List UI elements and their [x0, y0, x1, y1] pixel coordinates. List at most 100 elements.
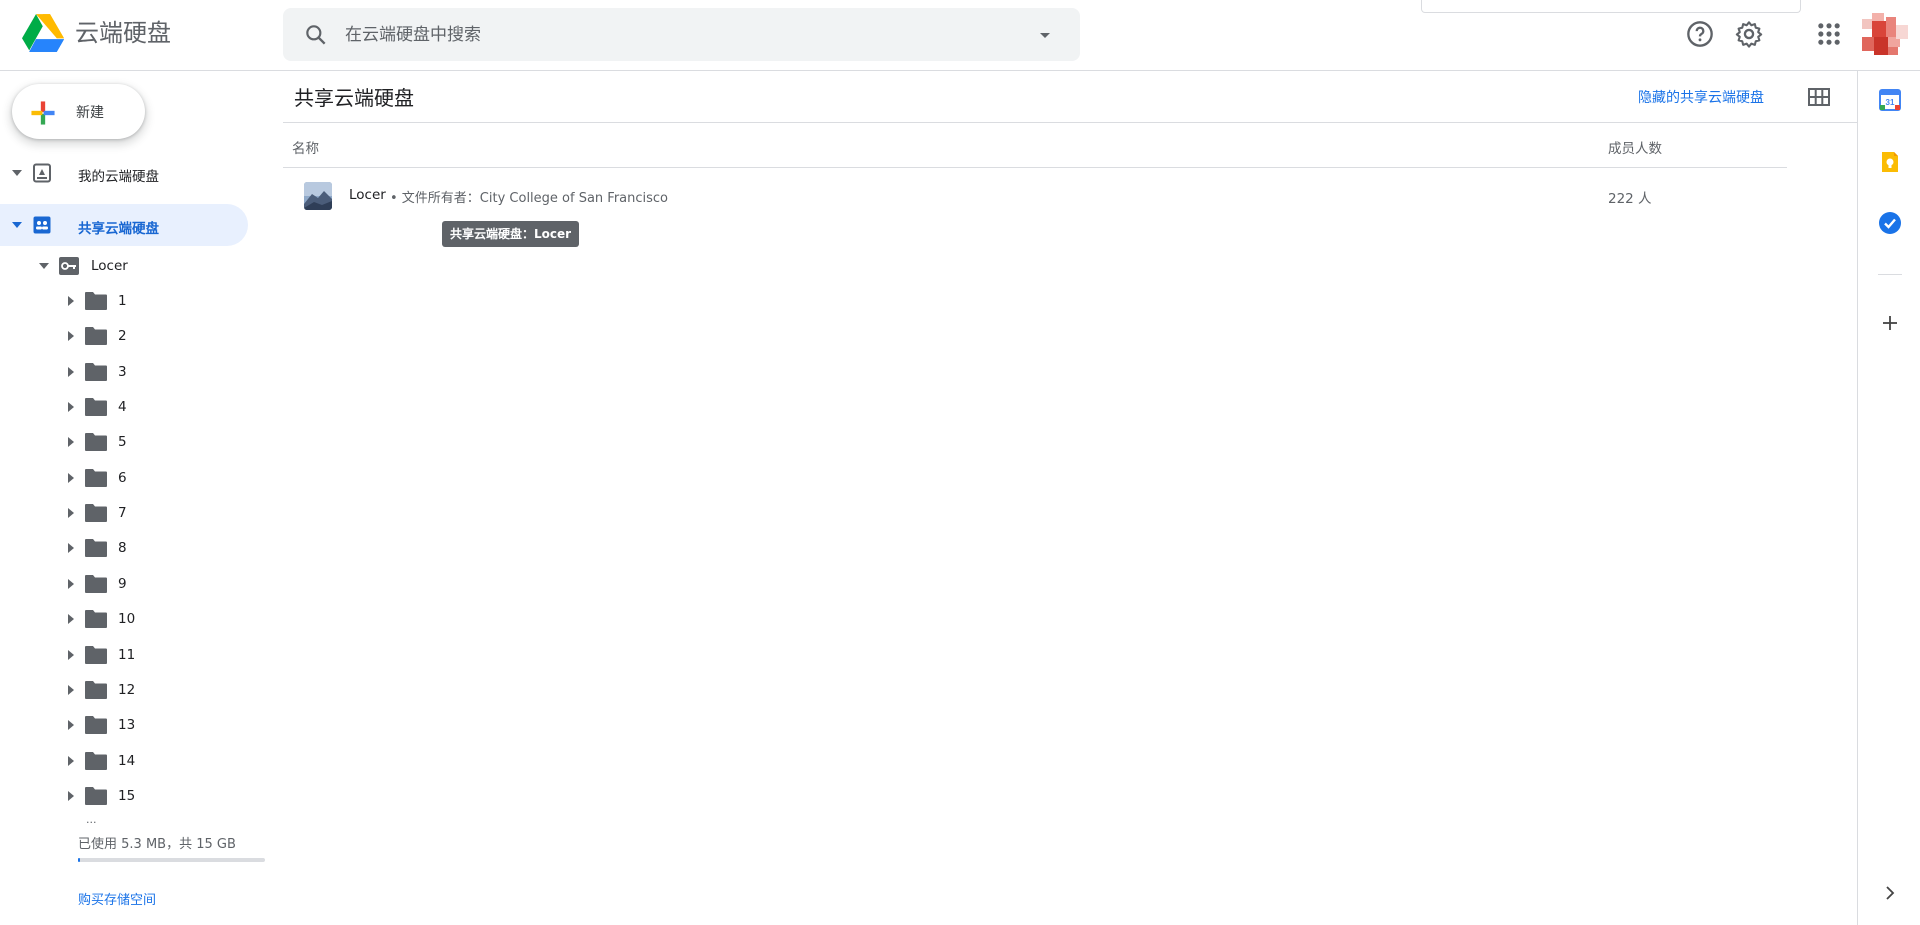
folder-icon [85, 681, 107, 699]
folder-icon [85, 787, 107, 805]
side-panel: 31 [1857, 71, 1920, 925]
folder-item[interactable]: 10 [0, 604, 248, 634]
column-header-members[interactable]: 成员人数 [1608, 137, 1662, 157]
drive-thumbnail [304, 182, 332, 210]
folder-icon [85, 292, 107, 310]
folder-icon [85, 575, 107, 593]
account-popup-edge [1421, 0, 1801, 13]
sidebar-item-label: 我的云端硬盘 [78, 169, 159, 185]
folder-icon [85, 398, 107, 416]
search-input[interactable] [345, 18, 985, 51]
hidden-shared-drives-link[interactable]: 隐藏的共享云端硬盘 [1638, 87, 1764, 107]
folder-label: 10 [118, 611, 136, 627]
caret-right-icon[interactable] [67, 473, 75, 483]
folder-item[interactable]: 3 [0, 357, 248, 387]
storage-usage-bar [78, 858, 265, 862]
caret-right-icon[interactable] [67, 367, 75, 377]
folder-label: 14 [118, 753, 136, 769]
new-button-label: 新建 [76, 105, 104, 121]
folder-icon [85, 752, 107, 770]
folder-label: 12 [118, 682, 136, 698]
apps-grid-icon[interactable] [1815, 20, 1843, 48]
folder-label: 3 [118, 364, 127, 380]
grid-view-icon[interactable] [1805, 83, 1833, 111]
sidebar-item-shared-drives[interactable]: 共享云端硬盘 [0, 204, 248, 246]
title-divider [283, 122, 1857, 123]
folder-item[interactable]: 6 [0, 463, 248, 493]
caret-right-icon[interactable] [67, 508, 75, 518]
caret-right-icon[interactable] [67, 685, 75, 695]
folder-item[interactable]: 4 [0, 392, 248, 422]
folder-label: 6 [118, 470, 127, 486]
folder-label: 4 [118, 399, 127, 415]
caret-right-icon[interactable] [67, 296, 75, 306]
caret-right-icon[interactable] [67, 579, 75, 589]
caret-right-icon[interactable] [67, 614, 75, 624]
folder-item[interactable]: 15 [0, 781, 248, 811]
folder-icon [85, 469, 107, 487]
caret-right-icon[interactable] [67, 402, 75, 412]
settings-icon[interactable] [1735, 20, 1763, 48]
caret-down-icon[interactable] [38, 261, 50, 271]
drive-name[interactable]: Locer [349, 187, 386, 203]
search-options-icon[interactable] [1035, 25, 1055, 45]
caret-right-icon[interactable] [67, 756, 75, 766]
folder-icon [85, 433, 107, 451]
folder-item[interactable]: 5 [0, 427, 248, 457]
app-title[interactable]: 云端硬盘 [75, 18, 171, 48]
caret-right-icon[interactable] [67, 543, 75, 553]
folder-item[interactable]: 14 [0, 746, 248, 776]
folder-label: 13 [118, 717, 136, 733]
folder-item[interactable]: 8 [0, 533, 248, 563]
folder-item[interactable]: 2 [0, 321, 248, 351]
storage-usage-fill [78, 858, 80, 862]
search-icon[interactable] [303, 22, 329, 48]
side-panel-divider [1878, 274, 1902, 275]
plus-icon [31, 101, 55, 125]
folder-icon [85, 504, 107, 522]
folder-item[interactable]: 12 [0, 675, 248, 705]
folder-item[interactable]: 13 [0, 710, 248, 740]
drive-logo-icon[interactable] [22, 14, 64, 52]
folder-icon [85, 539, 107, 557]
more-indicator: ... [86, 813, 97, 826]
folder-label: 7 [118, 505, 127, 521]
caret-right-icon[interactable] [67, 437, 75, 447]
folder-icon [85, 716, 107, 734]
member-count: 222 人 [1608, 191, 1652, 207]
tooltip: 共享云端硬盘：Locer [442, 221, 580, 247]
help-icon[interactable] [1686, 20, 1714, 48]
my-drive-icon [33, 163, 51, 183]
shared-drive-icon [59, 257, 79, 275]
column-header-name[interactable]: 名称 [292, 137, 319, 157]
shared-drives-icon [33, 216, 51, 234]
caret-right-icon[interactable] [67, 650, 75, 660]
sidebar-item-my-drive[interactable]: 我的云端硬盘 [0, 152, 248, 194]
svg-text:31: 31 [1886, 98, 1895, 107]
folder-icon [85, 327, 107, 345]
calendar-icon[interactable]: 31 [1878, 88, 1902, 112]
search-bar[interactable] [283, 8, 1080, 61]
folder-item[interactable]: 7 [0, 498, 248, 528]
add-addon-icon[interactable] [1878, 311, 1902, 335]
folder-label: 1 [118, 293, 127, 309]
tasks-icon[interactable] [1878, 211, 1902, 235]
folder-item[interactable]: 9 [0, 569, 248, 599]
caret-down-icon[interactable] [11, 220, 23, 230]
sidebar-item-label: 共享云端硬盘 [78, 221, 159, 237]
caret-right-icon[interactable] [67, 791, 75, 801]
keep-icon[interactable] [1878, 150, 1902, 174]
buy-storage-link[interactable]: 购买存储空间 [78, 889, 156, 908]
new-button[interactable]: 新建 [12, 84, 145, 139]
caret-right-icon[interactable] [67, 720, 75, 730]
storage-usage-text: 已使用 5.3 MB，共 15 GB [78, 837, 236, 852]
account-avatar[interactable] [1862, 13, 1908, 59]
folder-item[interactable]: 1 [0, 286, 248, 316]
tree-item-locer[interactable]: Locer [0, 251, 248, 281]
table-row[interactable]: Locer • 文件所有者：City College of San Franci… [283, 171, 1787, 221]
caret-down-icon[interactable] [11, 168, 23, 178]
expand-panel-icon[interactable] [1878, 881, 1902, 905]
caret-right-icon[interactable] [67, 331, 75, 341]
folder-item[interactable]: 11 [0, 640, 248, 670]
top-bar: 云端硬盘 [0, 0, 1920, 71]
